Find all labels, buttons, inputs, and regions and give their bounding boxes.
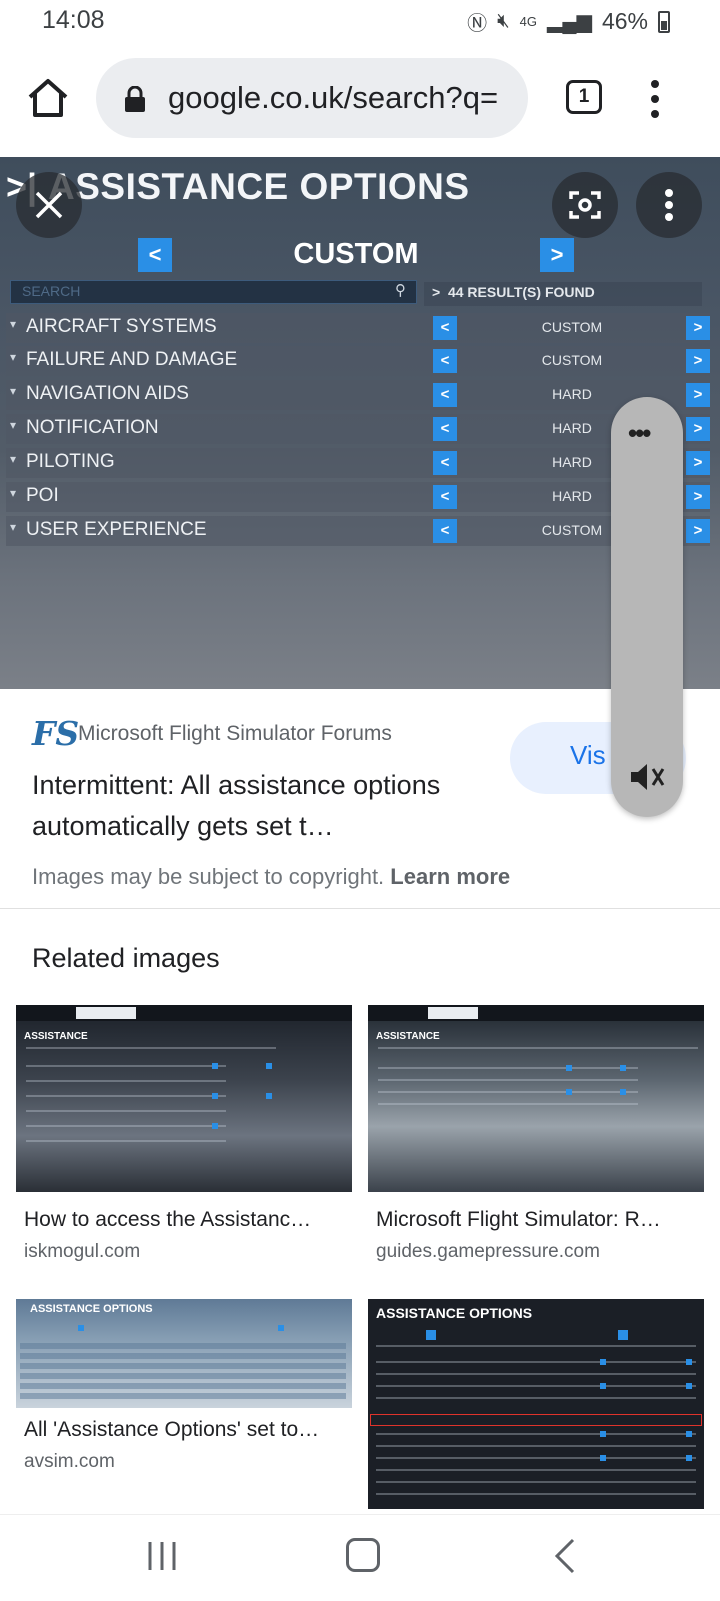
category-prev-button: <: [433, 383, 457, 407]
more-horiz-icon[interactable]: •••: [628, 418, 651, 449]
category-next-button: >: [686, 417, 710, 441]
category-prev-button: <: [433, 349, 457, 373]
home-icon: [28, 79, 68, 117]
copyright-notice: Images may be subject to copyright. Lear…: [32, 864, 510, 890]
category-next-button: >: [686, 519, 710, 543]
category-name: NAVIGATION AIDS: [26, 383, 189, 404]
search-icon: ⚲: [395, 282, 406, 299]
url-text[interactable]: google.co.uk/search?q=: [168, 80, 520, 116]
caret-down-icon: ▾: [10, 486, 17, 500]
preview-more-button[interactable]: [636, 172, 702, 238]
nav-home-button[interactable]: [346, 1538, 380, 1572]
caret-down-icon: ▾: [10, 317, 17, 331]
battery-icon: [658, 10, 670, 33]
related-item-site: iskmogul.com: [24, 1241, 141, 1262]
category-name: NOTIFICATION: [26, 417, 159, 438]
category-prev-button: <: [433, 316, 457, 340]
results-count: > 44 RESULT(S) FOUND: [424, 282, 702, 306]
category-value: CUSTOM: [541, 319, 603, 335]
visit-button-label[interactable]: Vis: [570, 740, 606, 771]
media-control-pill[interactable]: [611, 397, 683, 817]
related-item-site: avsim.com: [24, 1451, 115, 1472]
caret-down-icon: ▾: [10, 520, 17, 534]
related-images-heading: Related images: [32, 943, 220, 973]
caret-down-icon: ▾: [10, 350, 17, 364]
related-image-thumbnail[interactable]: ASSISTANCE: [16, 1005, 352, 1192]
related-item-site: guides.gamepressure.com: [376, 1241, 600, 1262]
related-item-title[interactable]: All 'Assistance Options' set to…: [24, 1418, 344, 1442]
recent-apps-button[interactable]: [146, 1540, 178, 1572]
category-row: ▾ AIRCRAFT SYSTEMS < CUSTOM >: [6, 313, 710, 343]
lock-icon: [124, 85, 146, 112]
category-row: ▾ NOTIFICATION < HARD >: [6, 414, 710, 444]
preset-prev-button: <: [138, 238, 172, 272]
category-name: PILOTING: [26, 451, 115, 472]
status-time: 14:08: [42, 6, 105, 34]
preset-label: CUSTOM: [293, 238, 419, 270]
category-prev-button: <: [433, 519, 457, 543]
tab-switcher-button[interactable]: 1: [566, 80, 602, 114]
related-image-thumbnail[interactable]: ASSISTANCE OPTIONS: [368, 1299, 704, 1509]
category-next-button: >: [686, 451, 710, 475]
signal-icon: ▂▄▆: [547, 11, 592, 33]
category-row: ▾ FAILURE AND DAMAGE < CUSTOM >: [6, 346, 710, 376]
nfc-icon: Ⓝ: [467, 13, 488, 35]
category-next-button: >: [686, 485, 710, 509]
battery-percent: 46%: [601, 8, 648, 34]
thumbnail-title: ASSISTANCE OPTIONS: [30, 1303, 153, 1315]
back-icon: [554, 1538, 575, 1574]
category-name: POI: [26, 485, 59, 506]
category-next-button: >: [686, 316, 710, 340]
category-value: CUSTOM: [541, 352, 603, 368]
close-icon: [35, 191, 63, 219]
close-preview-button[interactable]: [16, 172, 82, 238]
status-icons: Ⓝ 🔇︎ 4G ▂▄▆ 46%: [467, 7, 670, 36]
back-button[interactable]: [553, 1538, 577, 1574]
thumbnail-title: ASSISTANCE OPTIONS: [376, 1305, 533, 1321]
results-chevron-icon: >: [432, 284, 448, 300]
caret-down-icon: ▾: [10, 384, 17, 398]
related-item-title[interactable]: Microsoft Flight Simulator: R…: [376, 1208, 696, 1232]
browser-menu-button[interactable]: [650, 80, 660, 120]
related-image-thumbnail[interactable]: ASSISTANCE OPTIONS: [16, 1299, 352, 1408]
category-row: ▾ POI < HARD >: [6, 482, 710, 512]
category-next-button: >: [686, 383, 710, 407]
preview-title: ASSISTANCE OPTIONS: [48, 166, 470, 207]
result-page-title[interactable]: Intermittent: All assistance options aut…: [32, 765, 512, 847]
category-row: ▾ PILOTING < HARD >: [6, 448, 710, 478]
category-prev-button: <: [433, 451, 457, 475]
thumbnail-title: ASSISTANCE: [24, 1031, 88, 1042]
copyright-text: Images may be subject to copyright.: [32, 864, 385, 889]
divider: [0, 908, 720, 909]
source-logo: FS: [32, 714, 80, 753]
category-row: ▾ NAVIGATION AIDS < HARD >: [6, 380, 710, 410]
category-name: FAILURE AND DAMAGE: [26, 349, 238, 370]
category-row: ▾ USER EXPERIENCE < CUSTOM >: [6, 516, 710, 546]
mute-icon: 🔇︎: [497, 10, 510, 32]
category-name: AIRCRAFT SYSTEMS: [26, 316, 217, 337]
category-prev-button: <: [433, 417, 457, 441]
related-image-thumbnail[interactable]: ASSISTANCE: [368, 1005, 704, 1192]
category-next-button: >: [686, 349, 710, 373]
more-vert-icon: [665, 189, 673, 221]
thumbnail-title: ASSISTANCE: [376, 1031, 440, 1042]
learn-more-link[interactable]: Learn more: [390, 864, 510, 889]
preview-search-placeholder: SEARCH: [22, 283, 81, 299]
source-name[interactable]: Microsoft Flight Simulator Forums: [78, 722, 392, 746]
network-type: 4G: [519, 14, 538, 29]
related-item-title[interactable]: How to access the Assistanc…: [24, 1208, 344, 1232]
volume-mute-icon[interactable]: [629, 760, 667, 794]
preset-next-button: >: [540, 238, 574, 272]
results-text: 44 RESULT(S) FOUND: [447, 284, 595, 300]
category-name: USER EXPERIENCE: [26, 519, 207, 540]
home-button[interactable]: [26, 76, 70, 120]
lens-icon: [569, 191, 601, 219]
category-prev-button: <: [433, 485, 457, 509]
recent-apps-icon: [148, 1542, 176, 1570]
caret-down-icon: ▾: [10, 452, 17, 466]
caret-down-icon: ▾: [10, 418, 17, 432]
lens-search-button[interactable]: [552, 172, 618, 238]
